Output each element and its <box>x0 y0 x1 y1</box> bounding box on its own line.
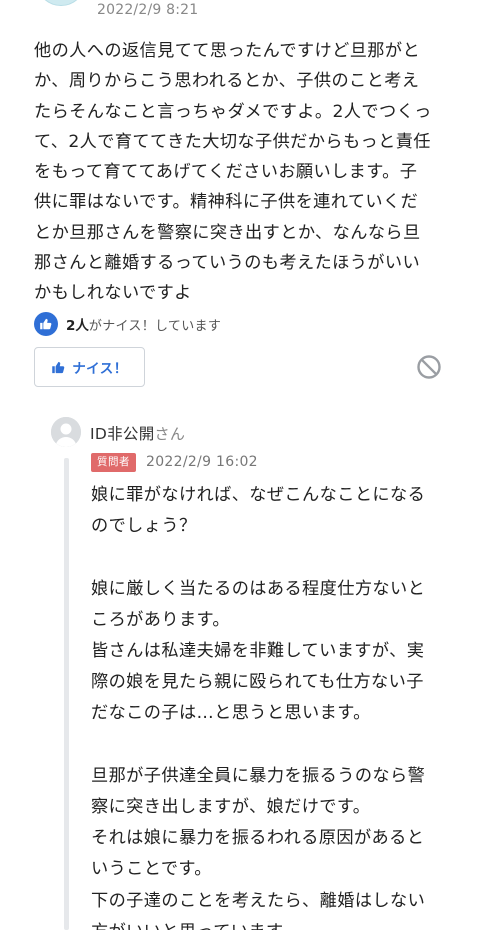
answer-line: 那さんと離婚するっていうのも考えたほうがいい <box>34 253 421 274</box>
answer-line: 他の人への返信見てて思ったんですけど旦那がと <box>34 41 421 61</box>
reply-line: 娘に罪がなければ、なぜこんなことになる <box>91 485 426 505</box>
like-count: 2人 <box>66 318 89 334</box>
answer-timestamp: 2022/2/9 8:21 <box>97 2 199 18</box>
reply-author[interactable]: ID非公開さん <box>90 422 185 444</box>
reply-author-suffix: さん <box>154 425 186 443</box>
answer-body: 他の人への返信見てて思ったんですけど旦那がと か、周りからこう思われるとか、子供… <box>34 36 474 309</box>
reply-line <box>91 542 471 573</box>
reply-line: 娘に厳しく当たるのはある程度仕方ないと <box>91 578 426 599</box>
reply-body: 娘に罪がなければ、なぜこんなことになる のでしょう？ 娘に厳しく当たるのはある程… <box>91 480 471 930</box>
like-suffix-text: がナイス！しています <box>88 318 222 334</box>
like-summary: 2人 がナイス！しています <box>34 312 221 336</box>
answer-line: をもって育ててあげてくださいお願いします。子 <box>34 162 418 183</box>
reply-timestamp: 2022/2/9 16:02 <box>146 454 258 470</box>
nice-button[interactable]: ナイス！ <box>34 347 145 387</box>
reply-line: ころがあります。 <box>91 609 230 630</box>
reply-line: のでしょう？ <box>91 516 197 537</box>
thumbs-up-icon <box>34 312 58 336</box>
answer-line: たらそんなこと言っちゃダメですよ。2人でつくっ <box>34 101 432 122</box>
answer-line: 供に罪はないです。精神科に子供を連れていくだ <box>34 192 419 213</box>
thumbs-up-icon <box>51 360 66 375</box>
reply-line: 方がいいと思っています。 <box>91 917 471 930</box>
reply-line: 察に突き出しますが、娘だけです。 <box>91 797 371 817</box>
answer-line: とか旦那さんを警察に突き出すとか、なんなら旦 <box>34 222 421 243</box>
reply-line: いうことです。 <box>91 859 212 880</box>
reply-line: だなこの子は…と思うと思います。 <box>91 703 371 724</box>
reply-line: 際の娘を見たら親に殴られても仕方ない子 <box>91 672 424 693</box>
reply-line: 旦那が子供達全員に暴力を振るうのなら警 <box>91 765 426 786</box>
reply-author-name: ID非公開 <box>90 425 155 443</box>
prohibited-icon[interactable] <box>416 354 442 380</box>
reply-line: それは娘に暴力を振るわれる原因があると <box>91 828 425 849</box>
reply-line <box>91 730 471 761</box>
answer-line: て、2人で育ててきた大切な子供だからもっと責任 <box>34 131 431 152</box>
answer-line: かもしれないですよ <box>34 283 192 304</box>
asker-badge: 質問者 <box>91 453 136 472</box>
avatar[interactable] <box>51 417 81 447</box>
reply-line: 皆さんは私達夫婦を非難していますが、実 <box>91 641 425 661</box>
nice-button-label: ナイス！ <box>72 361 128 377</box>
reply-thread-rail <box>64 458 69 930</box>
reply-line: 下の子達のことを考えたら、離婚はしない <box>91 890 426 911</box>
answer-line: か、周りからこう思われるとか、子供のこと考え <box>34 71 420 92</box>
answerer-avatar[interactable] <box>36 0 86 6</box>
